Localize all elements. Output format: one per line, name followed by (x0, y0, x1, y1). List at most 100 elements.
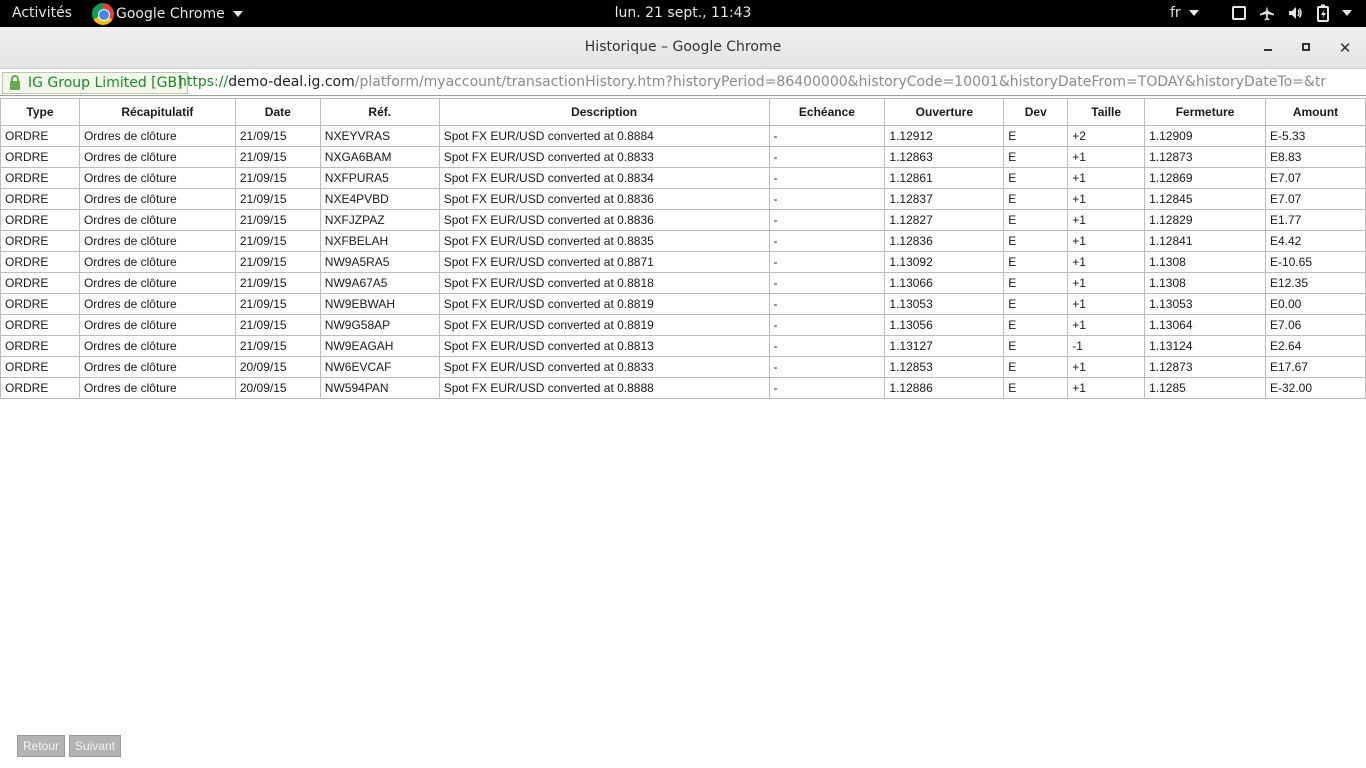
cell-currency: E (1003, 335, 1069, 357)
cell-type: ORDRE (0, 125, 80, 147)
cell-type: ORDRE (0, 356, 80, 378)
cell-ref: NXEYVRAS (319, 125, 440, 147)
cell-close-price: 1.12873 (1144, 356, 1266, 378)
cell-ref: NXFPURA5 (319, 167, 440, 189)
cell-date: 21/09/15 (234, 293, 321, 315)
cell-date: 21/09/15 (234, 146, 321, 168)
cell-amount: E7.06 (1265, 314, 1366, 336)
chrome-logo-icon (92, 2, 114, 25)
cell-ref: NW9EAGAH (319, 335, 440, 357)
column-header-description: Description (438, 98, 770, 126)
cell-currency: E (1003, 251, 1069, 273)
cell-close-price: 1.12909 (1144, 125, 1266, 147)
system-tray[interactable] (1230, 4, 1352, 22)
cell-summary: Ordres de clôture (78, 314, 236, 336)
table-row: ORDRE Ordres de clôture 21/09/15 NXEYVRAS Sp… (0, 125, 1366, 147)
cell-close-price: 1.1285 (1144, 377, 1266, 399)
address-bar[interactable]: IG Group Limited [GB] https://demo-deal.… (0, 70, 1366, 96)
cell-size: +2 (1067, 125, 1146, 147)
table-row: ORDRE Ordres de clôture 21/09/15 NXE4PVBD Sp… (0, 188, 1366, 210)
cell-expiry: - (768, 272, 886, 294)
cell-close-price: 1.12869 (1144, 167, 1266, 189)
table-row: ORDRE Ordres de clôture 21/09/15 NW9G58AP Sp… (0, 314, 1366, 336)
cell-type: ORDRE (0, 146, 80, 168)
cell-amount: E17.67 (1265, 356, 1366, 378)
next-button[interactable]: Suivant (69, 735, 122, 757)
url-host: demo-deal.ig.com (228, 74, 355, 90)
clock[interactable]: lun. 21 sept., 11:43 (615, 5, 752, 21)
cell-close-price: 1.13053 (1144, 293, 1266, 315)
cell-amount: E7.07 (1265, 167, 1366, 189)
cell-description: Spot FX EUR/USD converted at 0.8818 (438, 272, 770, 294)
column-header-summary: Récapitulatif (78, 98, 236, 126)
cell-expiry: - (768, 293, 886, 315)
cell-amount: E4.42 (1265, 230, 1366, 252)
chevron-down-icon (1188, 10, 1199, 16)
cell-size: +1 (1067, 146, 1146, 168)
url-text[interactable]: https://demo-deal.ig.com/platform/myacco… (178, 74, 1326, 90)
cell-type: ORDRE (0, 167, 80, 189)
cell-description: Spot FX EUR/USD converted at 0.8888 (438, 377, 770, 399)
app-menu[interactable]: Google Chrome (92, 0, 243, 27)
cell-amount: E-5.33 (1265, 125, 1366, 147)
cell-amount: E2.64 (1265, 335, 1366, 357)
table-row: ORDRE Ordres de clôture 21/09/15 NW9EBWAH Sp… (0, 293, 1366, 315)
cell-ref: NW9A67A5 (319, 272, 440, 294)
cell-size: +1 (1067, 209, 1146, 231)
gnome-top-bar: Activités Google Chrome lun. 21 sept., 1… (0, 0, 1366, 27)
airplane-icon (1258, 4, 1276, 22)
column-header-date: Date (234, 98, 321, 126)
cell-expiry: - (768, 146, 886, 168)
app-menu-label: Google Chrome (116, 5, 225, 22)
cell-size: +1 (1067, 314, 1146, 336)
cell-currency: E (1003, 377, 1069, 399)
cell-ref: NW9A5RA5 (319, 251, 440, 273)
minimize-button[interactable] (1258, 38, 1278, 58)
cell-size: +1 (1067, 356, 1146, 378)
cell-amount: E0.00 (1265, 293, 1366, 315)
cell-description: Spot FX EUR/USD converted at 0.8884 (438, 125, 770, 147)
cell-close-price: 1.12841 (1144, 230, 1266, 252)
cell-date: 21/09/15 (234, 125, 321, 147)
window-title-bar[interactable]: Historique – Google Chrome ✕ (0, 27, 1366, 69)
cell-description: Spot FX EUR/USD converted at 0.8836 (438, 188, 770, 210)
battery-icon (1314, 4, 1332, 22)
cell-size: -1 (1067, 335, 1146, 357)
cell-date: 21/09/15 (234, 188, 321, 210)
cell-amount: E-32.00 (1265, 377, 1366, 399)
cell-summary: Ordres de clôture (78, 125, 236, 147)
cell-description: Spot FX EUR/USD converted at 0.8833 (438, 146, 770, 168)
ev-certificate-badge[interactable]: IG Group Limited [GB] (2, 72, 188, 94)
cell-size: +1 (1067, 188, 1146, 210)
table-header-row: Type Récapitulatif Date Réf. Description Eché… (0, 98, 1366, 126)
minimize-icon (1264, 49, 1272, 51)
cell-type: ORDRE (0, 251, 80, 273)
cell-expiry: - (768, 125, 886, 147)
cell-size: +1 (1067, 251, 1146, 273)
cell-description: Spot FX EUR/USD converted at 0.8836 (438, 209, 770, 231)
cell-type: ORDRE (0, 272, 80, 294)
cell-size: +1 (1067, 167, 1146, 189)
activities-button[interactable]: Activités (12, 5, 72, 21)
cell-amount: E12.35 (1265, 272, 1366, 294)
cell-type: ORDRE (0, 377, 80, 399)
volume-icon (1286, 4, 1304, 22)
cell-size: +1 (1067, 272, 1146, 294)
cell-size: +1 (1067, 377, 1146, 399)
cell-size: +1 (1067, 293, 1146, 315)
column-header-amount: Amount (1265, 98, 1366, 126)
column-header-ref: Réf. (319, 98, 440, 126)
cell-ref: NXFBELAH (319, 230, 440, 252)
cell-open-price: 1.12886 (884, 377, 1005, 399)
close-button[interactable]: ✕ (1335, 38, 1355, 58)
language-menu[interactable]: fr (1170, 5, 1199, 21)
cell-expiry: - (768, 356, 886, 378)
cell-open-price: 1.12861 (884, 167, 1005, 189)
table-row: ORDRE Ordres de clôture 21/09/15 NXGA6BAM Sp… (0, 146, 1366, 168)
chevron-down-icon (232, 10, 243, 17)
cell-summary: Ordres de clôture (78, 209, 236, 231)
column-header-type: Type (0, 98, 80, 126)
back-button[interactable]: Retour (17, 735, 66, 757)
table-row: ORDRE Ordres de clôture 21/09/15 NW9A67A5 Sp… (0, 272, 1366, 294)
maximize-button[interactable] (1296, 38, 1316, 58)
